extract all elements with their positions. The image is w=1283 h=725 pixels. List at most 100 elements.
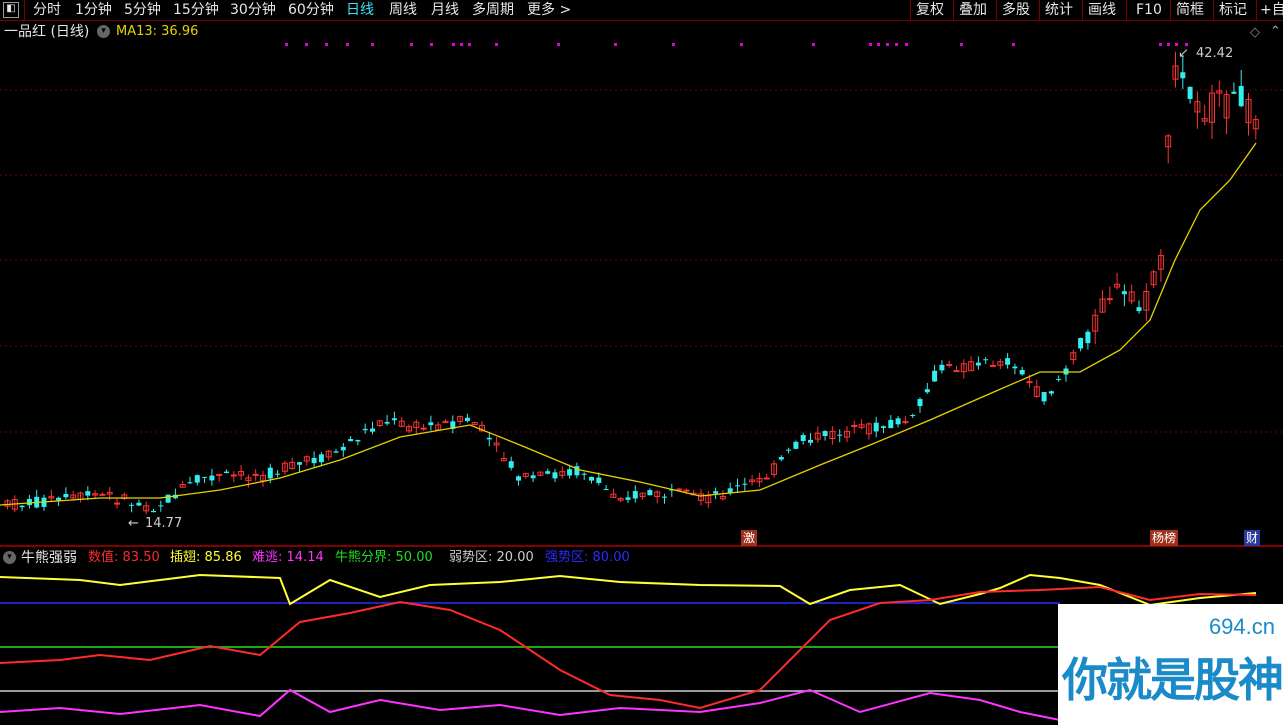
- candle-down: [464, 417, 470, 422]
- candle-down: [742, 483, 748, 485]
- signal-dot: [869, 43, 872, 46]
- candle-down: [1121, 291, 1127, 295]
- candle-down: [545, 471, 551, 474]
- signal-dot: [285, 43, 288, 46]
- candle-down: [516, 476, 521, 481]
- nantao-curve: [0, 688, 1061, 721]
- candle-down: [348, 439, 354, 442]
- signal-dot: [410, 43, 413, 46]
- candle-down: [136, 502, 142, 506]
- candle-down: [275, 473, 281, 475]
- candle-up: [676, 488, 683, 491]
- candle-down: [603, 488, 609, 490]
- candle-down: [508, 461, 514, 468]
- candle-down: [362, 428, 368, 431]
- signal-dot: [371, 43, 374, 46]
- candle-down: [129, 504, 135, 506]
- candle-down: [881, 426, 886, 428]
- candle-down: [1041, 392, 1047, 402]
- candle-up: [230, 474, 237, 477]
- candle-down: [786, 449, 792, 451]
- candle-up: [946, 363, 953, 366]
- signal-dot: [557, 43, 560, 46]
- candle-down: [486, 437, 492, 440]
- candle-up: [99, 493, 106, 496]
- candle-down: [1012, 366, 1018, 369]
- candle-down: [735, 485, 740, 487]
- candle-down: [647, 490, 653, 496]
- candle-down: [1056, 378, 1062, 380]
- signal-dot: [1167, 43, 1170, 46]
- settings-circle-icon[interactable]: ▾: [97, 25, 110, 38]
- candle-up: [990, 364, 996, 367]
- stock-title: 一品红 (日线): [4, 24, 90, 40]
- candle-down: [793, 441, 799, 449]
- candle-down: [1136, 307, 1142, 312]
- candle-down: [267, 467, 273, 479]
- candle-up: [953, 370, 960, 373]
- candle-down: [1078, 337, 1084, 349]
- signal-dot: [886, 43, 889, 46]
- candle-down: [567, 469, 573, 476]
- ind-value-label: 数值: 83.50: [88, 550, 160, 565]
- candle-down: [318, 454, 324, 463]
- candle-up: [763, 477, 770, 480]
- signal-dot: [460, 43, 463, 46]
- ma13-label: MA13: 36.96: [116, 24, 199, 39]
- candle-down: [873, 422, 879, 432]
- candle-up: [420, 427, 427, 430]
- signal-dot: [468, 43, 471, 46]
- candle-down: [888, 419, 894, 429]
- candle-down: [63, 493, 69, 498]
- signal-dot: [1012, 43, 1015, 46]
- candle-down: [202, 476, 208, 478]
- high-price-marker: 42.42: [1196, 46, 1234, 61]
- candle-down: [589, 476, 594, 481]
- candle-down: [1187, 86, 1193, 99]
- watermark-site: 694.cn: [1208, 614, 1275, 639]
- candle-down: [355, 439, 361, 442]
- candle-up: [114, 502, 120, 505]
- ma13-line: [0, 142, 1257, 506]
- candle-up: [1106, 298, 1113, 301]
- candle-down: [224, 471, 229, 474]
- candle-down: [384, 421, 390, 424]
- candle-down: [975, 362, 981, 366]
- indicator-settings-icon[interactable]: ▾: [3, 551, 16, 564]
- signal-dot: [452, 43, 455, 46]
- ind-strong-zone-label: 强势区: 80.00: [545, 550, 630, 565]
- signal-dot: [905, 43, 908, 46]
- candle-down: [391, 418, 397, 421]
- candle-down: [1005, 358, 1011, 365]
- candle-down: [596, 477, 602, 483]
- signal-dot: [740, 43, 743, 46]
- candle-down: [333, 451, 339, 453]
- tag-yangbang[interactable]: 杨榜: [1150, 530, 1179, 546]
- candle-down: [917, 399, 923, 407]
- candle-down: [1048, 391, 1054, 394]
- signal-dot: [325, 43, 328, 46]
- diamond-icon[interactable]: ◇: [1250, 25, 1260, 41]
- candle-down: [924, 389, 930, 393]
- candle-down: [932, 370, 938, 382]
- signal-dot: [495, 43, 498, 46]
- candle-down: [158, 505, 164, 507]
- candle-down: [19, 505, 25, 508]
- candle-down: [778, 456, 784, 460]
- candle-down: [1238, 85, 1244, 107]
- candle-down: [151, 510, 156, 513]
- candle-up: [683, 489, 690, 492]
- candle-up: [1026, 381, 1033, 384]
- candle-down: [552, 472, 558, 479]
- candle-down: [85, 491, 91, 496]
- candle-up: [902, 421, 909, 424]
- signal-dot: [960, 43, 963, 46]
- indicator-name: 牛熊强弱: [21, 550, 77, 566]
- signal-dot: [877, 43, 880, 46]
- expand-icon[interactable]: ⌃: [1270, 24, 1281, 40]
- candle-down: [800, 435, 806, 441]
- candle-down: [625, 497, 631, 500]
- tag-ji[interactable]: 激: [741, 530, 758, 546]
- candle-down: [26, 498, 32, 506]
- tag-cai[interactable]: 财: [1244, 530, 1261, 546]
